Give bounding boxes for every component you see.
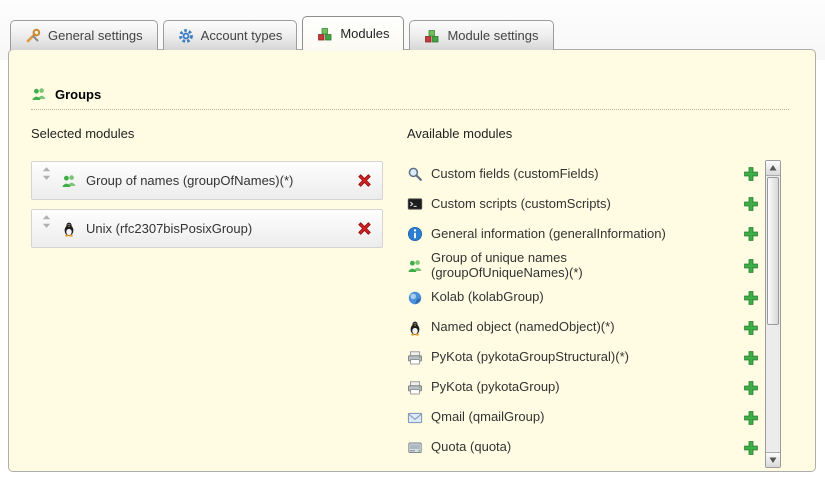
add-module-button[interactable] (743, 410, 759, 426)
add-module-button[interactable] (743, 350, 759, 366)
gear-icon (178, 28, 194, 44)
group-icon (61, 173, 77, 189)
scrollbar-thumb[interactable] (767, 177, 779, 325)
module-label: Kolab (kolabGroup) (431, 290, 544, 305)
scroll-down-button[interactable] (766, 452, 780, 467)
available-modules-column: Available modules Custom fields (customF… (407, 126, 759, 463)
selected-module-row: Group of names (groupOfNames)(*) (31, 161, 383, 200)
available-modules-list: Custom fields (customFields) Custom scrip… (407, 159, 759, 463)
info-icon (407, 226, 423, 242)
tux-icon (407, 320, 423, 336)
printer-icon (407, 350, 423, 366)
remove-module-button[interactable] (356, 172, 373, 189)
group-icon (31, 86, 47, 102)
available-module-row: Qmail (qmailGroup) (407, 403, 759, 433)
module-label: Custom scripts (customScripts) (431, 197, 611, 212)
tab-bar: General settings Account types Modules Modu… (10, 16, 554, 50)
selected-module-row: Unix (rfc2307bisPosixGroup) (31, 209, 383, 248)
module-label: Quota (quota) (431, 440, 511, 455)
tab-label: General settings (48, 28, 143, 43)
drive-icon (407, 440, 423, 456)
scroll-up-icon (769, 164, 777, 172)
printer-icon (407, 380, 423, 396)
tab-modules[interactable]: Modules (302, 16, 404, 50)
module-label: Unix (rfc2307bisPosixGroup) (86, 221, 252, 236)
add-module-button[interactable] (743, 166, 759, 182)
add-module-button[interactable] (743, 440, 759, 456)
tools-icon (25, 28, 41, 44)
page-title: Groups (55, 87, 101, 102)
add-module-button[interactable] (743, 320, 759, 336)
available-module-row: Quota (quota) (407, 433, 759, 463)
remove-module-button[interactable] (356, 220, 373, 237)
available-module-row: PyKota (pykotaGroup) (407, 373, 759, 403)
available-module-row: PyKota (pykotaGroupStructural)(*) (407, 343, 759, 373)
tux-icon (61, 221, 77, 237)
terminal-icon (407, 196, 423, 212)
available-module-row: General information (generalInformation) (407, 219, 759, 249)
module-label: PyKota (pykotaGroupStructural)(*) (431, 350, 629, 365)
tab-label: Account types (201, 28, 283, 43)
module-label: Qmail (qmailGroup) (431, 410, 544, 425)
add-module-button[interactable] (743, 226, 759, 242)
selected-modules-heading: Selected modules (31, 126, 383, 141)
add-module-button[interactable] (743, 380, 759, 396)
selected-modules-column: Selected modules Group of names (groupOf… (31, 126, 383, 257)
module-label: PyKota (pykotaGroup) (431, 380, 560, 395)
module-label: Group of unique names (groupOfUniqueName… (431, 251, 701, 281)
available-module-row: Group of unique names (groupOfUniqueName… (407, 249, 759, 283)
available-modules-heading: Available modules (407, 126, 759, 141)
modules-icon (317, 26, 333, 42)
magnifier-icon (407, 166, 423, 182)
scrollbar[interactable] (765, 160, 781, 468)
selected-modules-list: Group of names (groupOfNames)(*) Unix (rf… (31, 161, 383, 248)
mail-icon (407, 410, 423, 426)
add-module-button[interactable] (743, 196, 759, 212)
drag-handle-icon[interactable] (41, 214, 52, 229)
tab-account-types[interactable]: Account types (163, 20, 298, 50)
module-label: Group of names (groupOfNames)(*) (86, 173, 293, 188)
tab-module-settings[interactable]: Module settings (409, 20, 553, 50)
module-label: General information (generalInformation) (431, 227, 666, 242)
drag-handle-icon[interactable] (41, 166, 52, 181)
tab-label: Modules (340, 26, 389, 41)
available-module-row: Custom scripts (customScripts) (407, 189, 759, 219)
scroll-up-button[interactable] (766, 161, 780, 176)
page: General settings Account types Modules Modu… (0, 0, 825, 478)
section-header: Groups (31, 86, 789, 110)
available-module-row: Custom fields (customFields) (407, 159, 759, 189)
add-module-button[interactable] (743, 290, 759, 306)
module-label: Named object (namedObject)(*) (431, 320, 615, 335)
group-icon (407, 258, 423, 274)
available-module-row: Named object (namedObject)(*) (407, 313, 759, 343)
scroll-down-icon (769, 456, 777, 464)
available-module-row: Kolab (kolabGroup) (407, 283, 759, 313)
module-settings-icon (424, 28, 440, 44)
kolab-icon (407, 290, 423, 306)
module-label: Custom fields (customFields) (431, 167, 599, 182)
tab-label: Module settings (447, 28, 538, 43)
content-panel: Groups Selected modules Group of names (… (8, 49, 816, 472)
tab-general-settings[interactable]: General settings (10, 20, 158, 50)
add-module-button[interactable] (743, 258, 759, 274)
